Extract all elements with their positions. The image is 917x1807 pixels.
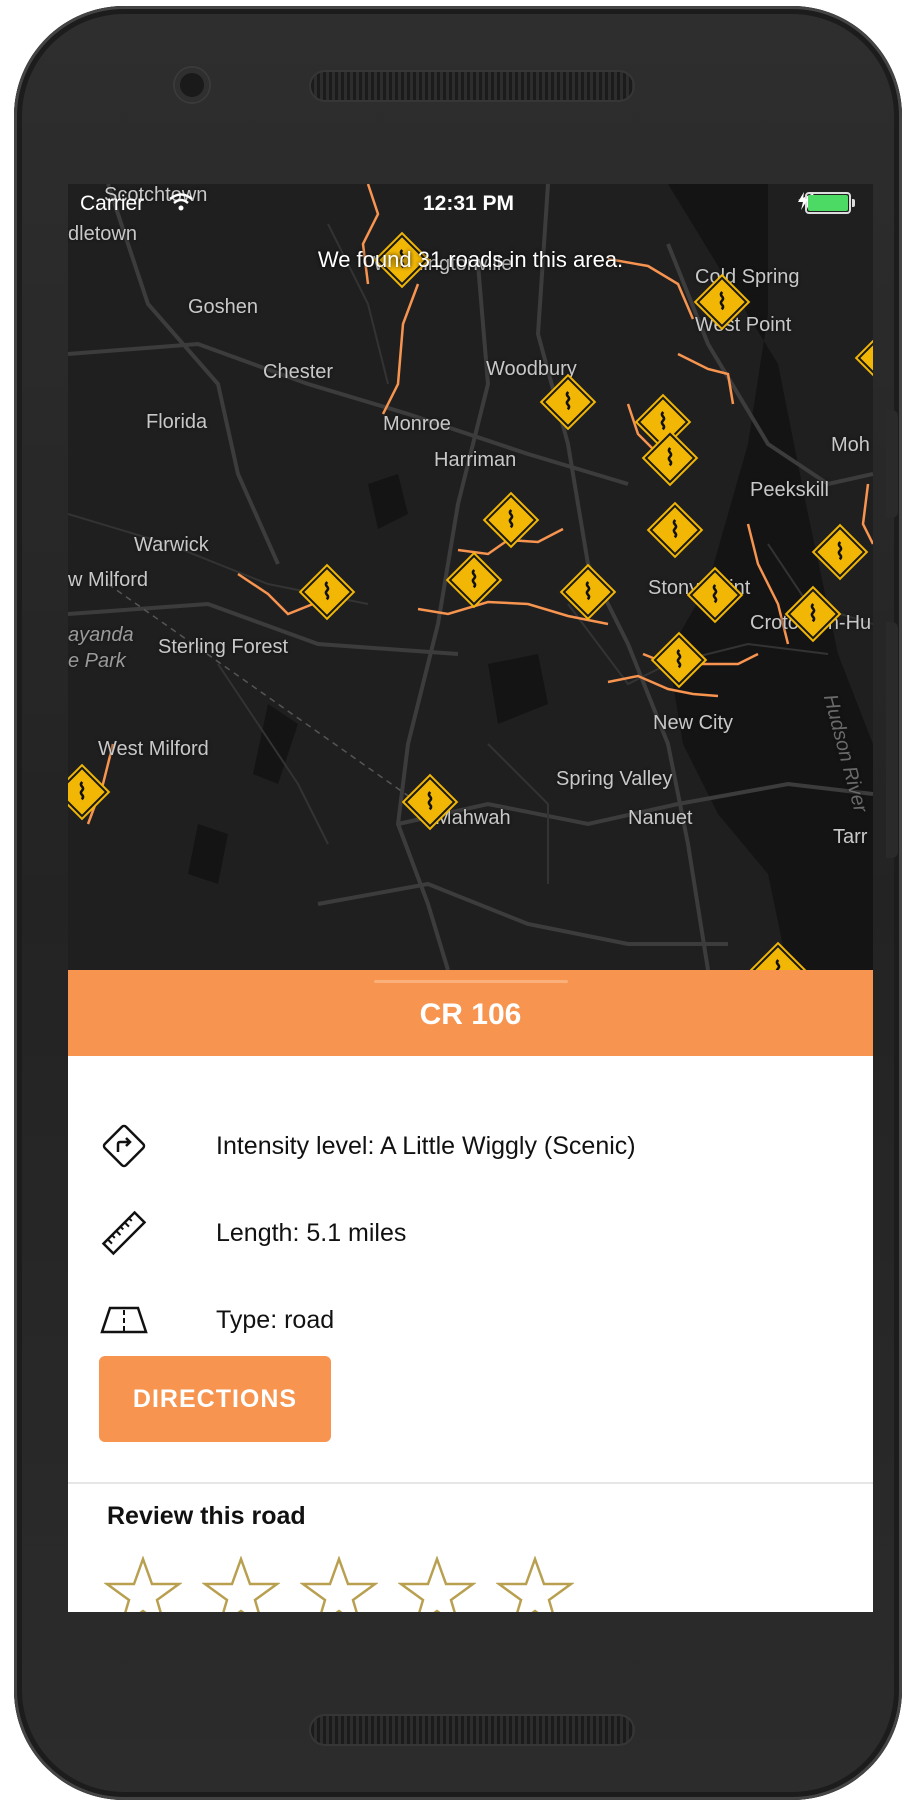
results-banner: We found 31 roads in this area. (317, 247, 624, 272)
map-label: Monroe (383, 413, 451, 435)
map-label: Florida (146, 411, 208, 433)
battery-icon (805, 192, 855, 214)
review-title: Review this road (107, 1502, 306, 1530)
road-sheet-header[interactable]: CR 106 (68, 970, 873, 1056)
length-row: Length: 5.1 miles (98, 1203, 406, 1263)
star-icon[interactable] (202, 1556, 280, 1612)
map-label: Peekskill (750, 479, 829, 501)
map-view[interactable]: Scotchtown dletown Washingtonville Cold … (68, 184, 873, 970)
map-label: Chester (263, 361, 334, 383)
carrier-label: Carrier (80, 192, 145, 215)
road-icon (100, 1306, 148, 1334)
map-label: e Park (68, 650, 126, 672)
map-label: w Milford (68, 569, 149, 591)
map-label: Harriman (434, 449, 517, 471)
bottom-speaker (311, 1716, 633, 1744)
map-label: Moh (831, 434, 870, 456)
directions-button[interactable]: DIRECTIONS (99, 1356, 331, 1442)
app-screen: Scotchtown dletown Washingtonville Cold … (68, 184, 873, 1612)
power-button (886, 410, 898, 518)
map-label: New City (653, 712, 734, 734)
type-label: Type: road (216, 1305, 335, 1334)
type-row: Type: road (98, 1290, 334, 1350)
phone-frame: Scotchtown dletown Washingtonville Cold … (14, 6, 902, 1800)
divider (68, 1482, 873, 1484)
star-icon[interactable] (300, 1556, 378, 1612)
status-bar: Carrier 12:31 PM (68, 184, 873, 228)
intensity-row: Intensity level: A Little Wiggly (Scenic… (98, 1116, 636, 1176)
front-camera (175, 68, 209, 102)
road-name: CR 106 (419, 998, 522, 1031)
map-label: Warwick (134, 534, 209, 556)
map-label: West Milford (98, 738, 209, 760)
map-label: ayanda (68, 624, 134, 646)
ruler-icon (101, 1210, 147, 1256)
turn-right-sign-icon (102, 1124, 146, 1168)
map-label: Nanuet (628, 807, 693, 829)
clock: 12:31 PM (423, 192, 515, 215)
map-label: Spring Valley (556, 768, 673, 790)
length-label: Length: 5.1 miles (216, 1218, 407, 1247)
drag-handle[interactable] (374, 980, 568, 983)
star-icon[interactable] (398, 1556, 476, 1612)
map-label: Sterling Forest (158, 636, 289, 658)
star-rating[interactable] (104, 1556, 574, 1612)
star-icon[interactable] (496, 1556, 574, 1612)
star-icon[interactable] (104, 1556, 182, 1612)
map-label: Woodbury (486, 358, 577, 380)
map-label: Goshen (188, 296, 259, 318)
volume-button (886, 622, 898, 858)
intensity-label: Intensity level: A Little Wiggly (Scenic… (216, 1131, 636, 1160)
map-label: Tarr (833, 826, 868, 848)
top-speaker (311, 72, 633, 100)
